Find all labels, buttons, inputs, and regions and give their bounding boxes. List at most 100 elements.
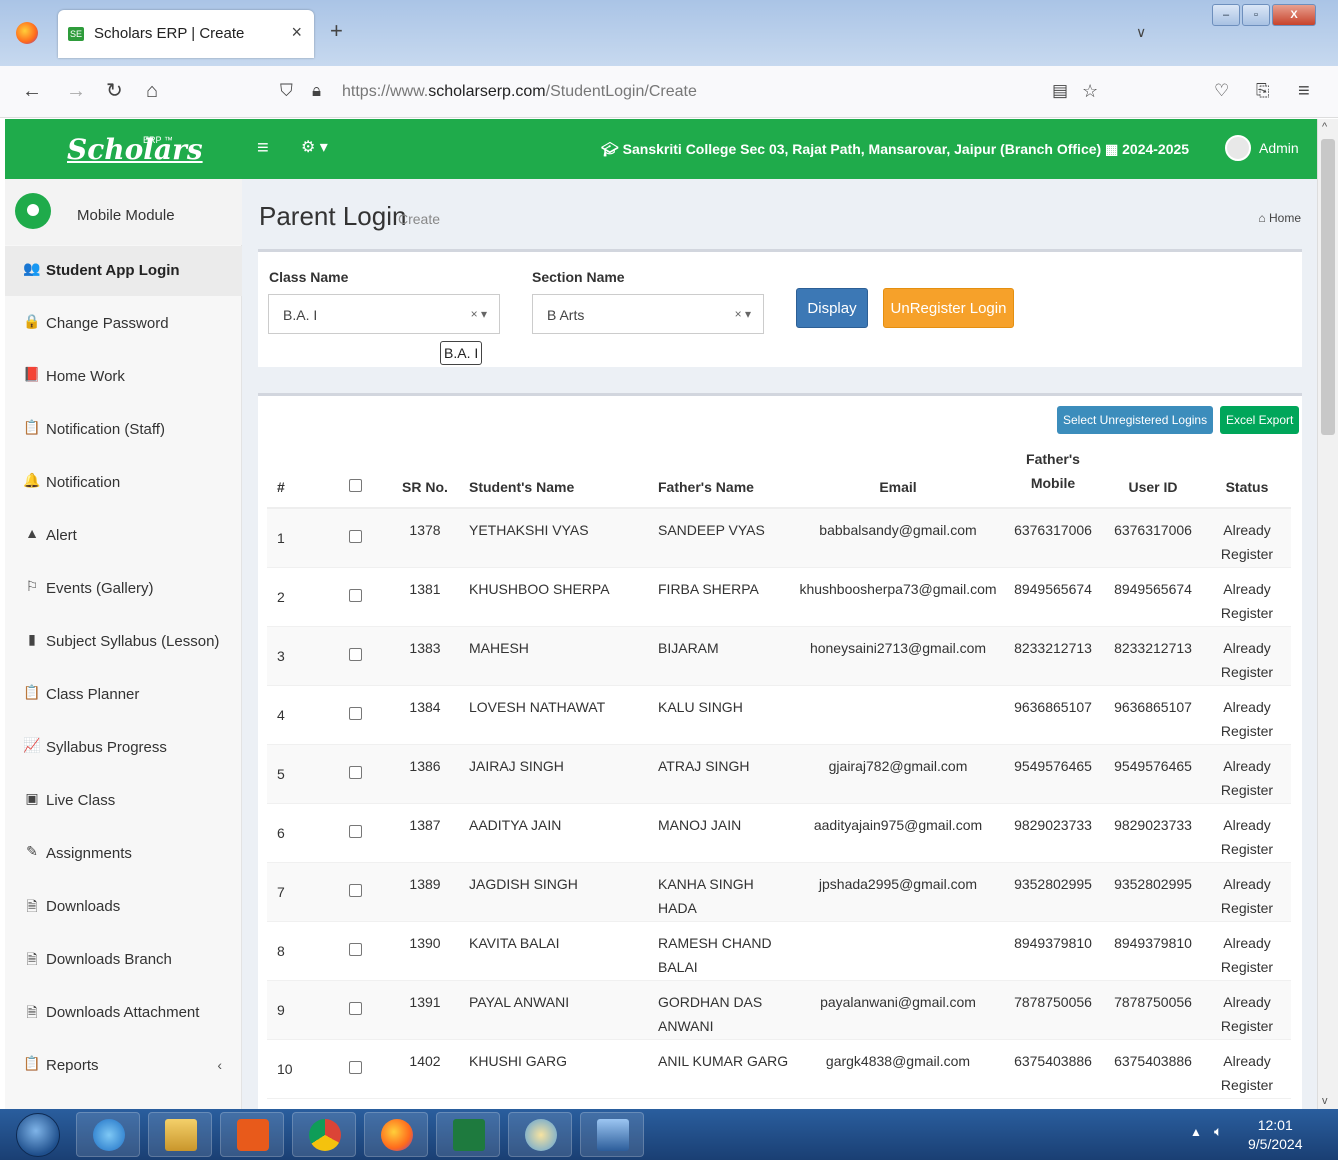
excel-export-button[interactable]: Excel Export: [1220, 406, 1300, 434]
sidebar-item-label: Home Work: [46, 368, 125, 385]
clear-dropdown-icon[interactable]: × ▾: [735, 307, 751, 321]
col-user-id[interactable]: User ID: [1103, 438, 1203, 509]
row-checkbox[interactable]: [348, 529, 362, 543]
back-icon[interactable]: ←: [22, 80, 42, 102]
reader-view-icon[interactable]: ▤: [1052, 80, 1068, 102]
sidebar-item-assignments[interactable]: ✎ Assignments: [5, 829, 242, 879]
sidebar-item-events-gallery[interactable]: ⚐ Events (Gallery): [5, 564, 242, 614]
col-email[interactable]: Email: [793, 438, 1003, 509]
row-checkbox[interactable]: [348, 942, 362, 956]
row-checkbox[interactable]: [348, 1060, 362, 1074]
sidebar-item-notification[interactable]: 🔔 Notification: [5, 458, 242, 508]
sidebar-item-notification-staff[interactable]: 📋 Notification (Staff): [5, 405, 242, 455]
bookmark-star-icon[interactable]: ☆: [1082, 80, 1098, 102]
table-row: 2 1381 KHUSHBOO SHERPA FIRBA SHERPA khushboo…: [267, 567, 1291, 627]
gear-icon[interactable]: ⚙ ▾: [301, 137, 328, 157]
shield-icon[interactable]: ⛉: [280, 80, 293, 102]
col-father-name[interactable]: Father's Name: [652, 438, 793, 509]
window-close-icon[interactable]: X: [1272, 4, 1316, 26]
sidebar-item-downloads-attachment[interactable]: 🗎 Downloads Attachment: [5, 988, 242, 1038]
start-button-icon[interactable]: [16, 1113, 60, 1157]
hamburger-icon[interactable]: ≡: [257, 137, 269, 160]
row-checkbox[interactable]: [348, 1001, 362, 1015]
new-tab-icon[interactable]: +: [330, 20, 343, 42]
page-scrollbar[interactable]: ^ v: [1317, 119, 1338, 1109]
tab-list-chevron-icon[interactable]: ∨: [1136, 24, 1146, 41]
taskbar-paint-icon[interactable]: [508, 1112, 572, 1157]
cell-index: 7: [267, 862, 323, 922]
sidebar-item-home-work[interactable]: 📕 Home Work: [5, 352, 242, 402]
cell-user-id: 9549576465: [1103, 744, 1203, 804]
sidebar-item-downloads[interactable]: 🗎 Downloads: [5, 882, 242, 932]
class-name-select[interactable]: B.A. I × ▾: [268, 294, 500, 334]
col-father-mobile[interactable]: Father's Mobile: [1003, 438, 1103, 509]
row-checkbox[interactable]: [348, 765, 362, 779]
cell-checkbox: [323, 744, 387, 804]
col-sr-no[interactable]: SR No.: [387, 438, 463, 509]
reload-icon[interactable]: ↻: [106, 80, 123, 102]
maximize-icon[interactable]: ▫: [1242, 4, 1270, 26]
home-icon[interactable]: ⌂: [146, 80, 158, 102]
sidebar-item-downloads-branch[interactable]: 🗎 Downloads Branch: [5, 935, 242, 985]
row-checkbox[interactable]: [348, 647, 362, 661]
row-checkbox[interactable]: [348, 883, 362, 897]
taskbar-media-icon[interactable]: [220, 1112, 284, 1157]
taskbar-firefox-icon[interactable]: [364, 1112, 428, 1157]
col-student-name[interactable]: Student's Name: [463, 438, 652, 509]
sidebar-item-student-app-login[interactable]: 👥 Student App Login: [5, 246, 242, 296]
sidebar-item-alert[interactable]: ▲ Alert: [5, 511, 242, 561]
breadcrumb[interactable]: ⌂ Home: [1258, 211, 1301, 225]
sidebar-item-label: Assignments: [46, 845, 132, 862]
pocket-icon[interactable]: ♡: [1214, 80, 1229, 102]
lock-icon[interactable]: 🔒︎: [312, 80, 321, 102]
sidebar-item-class-planner[interactable]: 📋 Class Planner: [5, 670, 242, 720]
taskbar-ie-icon[interactable]: [76, 1112, 140, 1157]
scroll-down-icon[interactable]: v: [1322, 1095, 1328, 1107]
minimize-icon[interactable]: –: [1212, 4, 1240, 26]
book-icon: 📕: [23, 366, 41, 382]
sidebar-item-subject-syllabus-lesson[interactable]: ▮ Subject Syllabus (Lesson): [5, 617, 242, 667]
chevron-left-icon[interactable]: ‹: [217, 1057, 222, 1073]
row-checkbox[interactable]: [348, 706, 362, 720]
url-text[interactable]: https://www.scholarserp.com/StudentLogin…: [342, 83, 697, 101]
scroll-up-icon[interactable]: ^: [1322, 121, 1327, 133]
clear-dropdown-icon[interactable]: × ▾: [471, 307, 487, 321]
cell-father-mobile: 9352802995: [1003, 862, 1103, 922]
select-unregistered-button[interactable]: Select Unregistered Logins: [1057, 406, 1214, 434]
tab-close-icon[interactable]: ×: [291, 22, 302, 43]
extensions-icon[interactable]: ⎘: [1256, 80, 1270, 102]
taskbar-remote-icon[interactable]: [580, 1112, 644, 1157]
firefox-icon[interactable]: [16, 22, 38, 44]
sidebar-item-syllabus-progress[interactable]: 📈 Syllabus Progress: [5, 723, 242, 773]
sidebar-item-label: Downloads: [46, 898, 121, 915]
cell-status: Already Register: [1203, 862, 1291, 922]
taskbar-chrome-icon[interactable]: [292, 1112, 356, 1157]
unregister-login-button[interactable]: UnRegister Login: [883, 288, 1014, 328]
sidebar-module-header[interactable]: Mobile Module: [5, 179, 242, 245]
browser-tab[interactable]: SE Scholars ERP | Create ×: [58, 10, 314, 58]
tray-arrow-icon[interactable]: ▲: [1190, 1125, 1202, 1139]
display-button[interactable]: Display: [796, 288, 868, 328]
forward-icon[interactable]: →: [66, 80, 86, 102]
logo[interactable]: Scholars: [67, 133, 203, 166]
section-name-select[interactable]: B Arts × ▾: [532, 294, 764, 334]
row-checkbox[interactable]: [348, 588, 362, 602]
col-status[interactable]: Status: [1203, 438, 1291, 509]
menu-icon[interactable]: ≡: [1298, 80, 1310, 102]
taskbar-excel-icon[interactable]: [436, 1112, 500, 1157]
cell-index: 4: [267, 685, 323, 745]
user-menu[interactable]: Admin: [1225, 135, 1299, 161]
col-index[interactable]: #: [267, 438, 323, 509]
sidebar-item-reports[interactable]: 📋 Reports ‹: [5, 1041, 242, 1091]
url-bar[interactable]: ⛉ 🔒︎ https://www.scholarserp.com/Student…: [270, 74, 1110, 110]
scroll-thumb[interactable]: [1321, 139, 1335, 435]
taskbar-explorer-icon[interactable]: [148, 1112, 212, 1157]
volume-icon[interactable]: 🔈︎: [1214, 1123, 1222, 1140]
sidebar-item-change-password[interactable]: 🔒 Change Password: [5, 299, 242, 349]
select-all-checkbox[interactable]: [348, 479, 362, 492]
sidebar-item-live-class[interactable]: ▣ Live Class: [5, 776, 242, 826]
session-year[interactable]: ▦ 2024-2025: [1105, 141, 1189, 158]
tray-clock[interactable]: 12:01 9/5/2024: [1248, 1116, 1303, 1154]
row-checkbox[interactable]: [348, 824, 362, 838]
sidebar-item-label: Live Class: [46, 792, 116, 809]
